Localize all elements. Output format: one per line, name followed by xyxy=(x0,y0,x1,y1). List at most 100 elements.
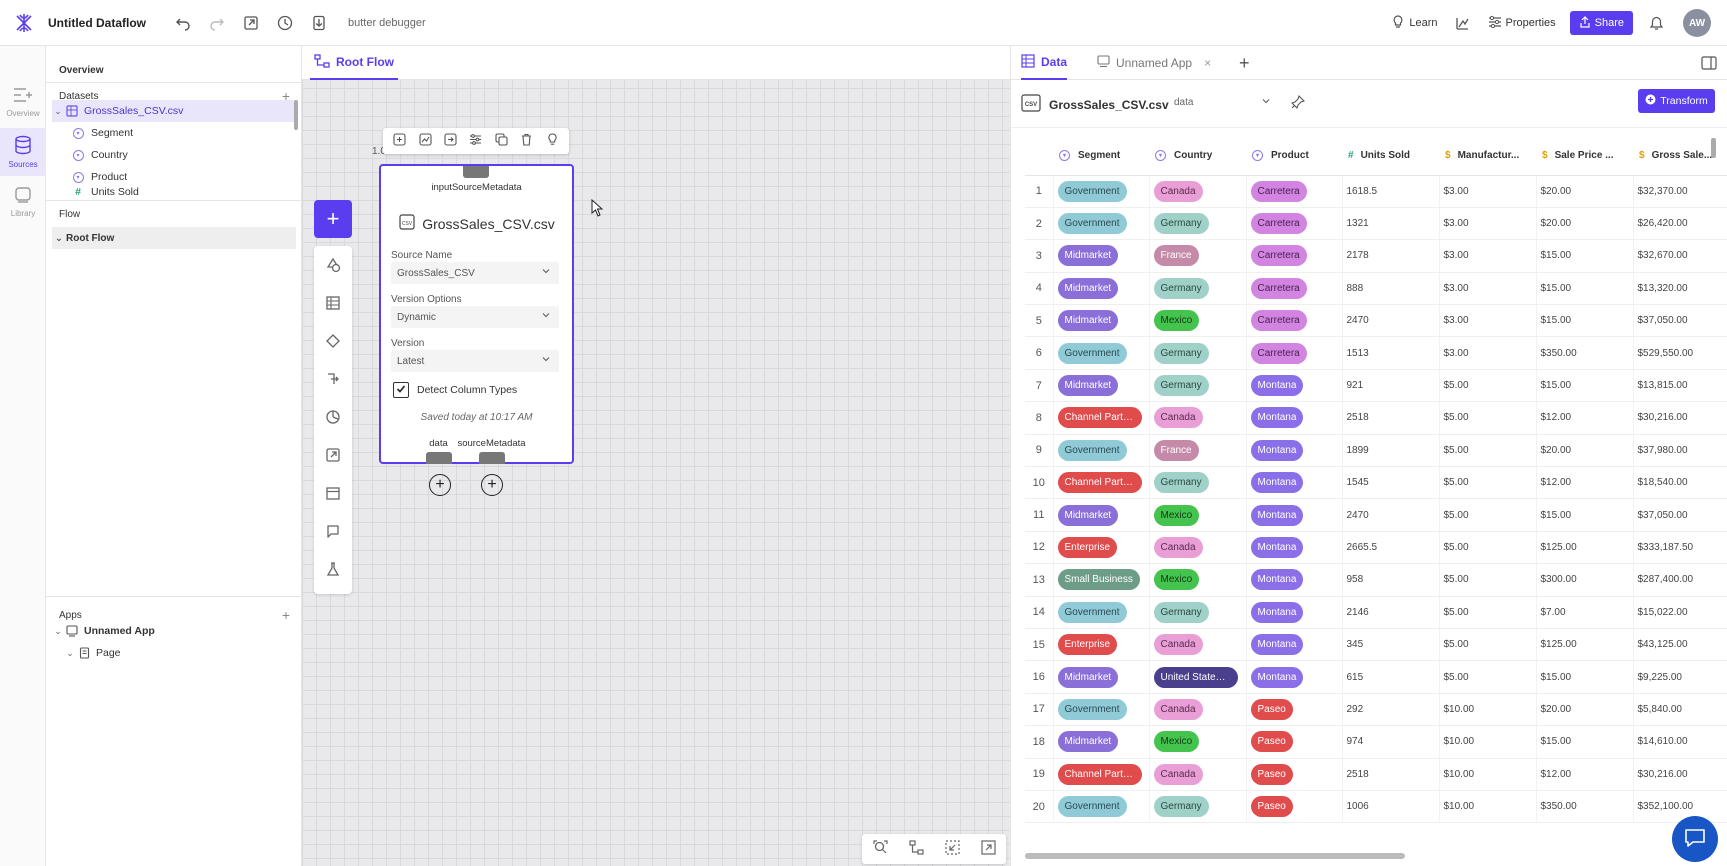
auto-layout-icon[interactable] xyxy=(908,840,924,858)
table-row[interactable]: 10 Channel Partn... Germany Montana 1545 $5.0… xyxy=(1025,466,1727,500)
table-cell[interactable]: $333,187.50 xyxy=(1633,531,1727,565)
table-row[interactable]: 20 Government Germany Paseo 1006 $10.00 $350.0… xyxy=(1025,790,1727,824)
table-cell[interactable]: 1545 xyxy=(1342,466,1440,500)
table-cell[interactable]: $5.00 xyxy=(1439,369,1537,403)
table-cell[interactable]: Montana xyxy=(1246,401,1343,435)
expand-icon[interactable] xyxy=(980,840,996,858)
download-icon[interactable] xyxy=(302,8,336,38)
chevron-down-icon[interactable]: ⌄ xyxy=(52,233,66,244)
table-cell[interactable]: Midmarket xyxy=(1053,725,1150,759)
table-row[interactable]: 8 Channel Partn... Canada Montana 2518 $5.00 $… xyxy=(1025,401,1727,435)
table-cell[interactable]: Carretera xyxy=(1246,207,1343,241)
table-cell[interactable]: Mexico xyxy=(1149,563,1247,597)
grid-vertical-scrollbar[interactable] xyxy=(1711,138,1716,158)
tree-item-app[interactable]: ⌄ Unnamed App xyxy=(52,620,294,642)
scrollbar-thumb[interactable] xyxy=(1025,853,1405,859)
table-cell[interactable]: 2470 xyxy=(1342,304,1440,338)
table-cell[interactable]: $15.00 xyxy=(1536,660,1634,694)
table-cell[interactable]: 2470 xyxy=(1342,498,1440,532)
table-row[interactable]: 18 Midmarket Mexico Paseo 974 $10.00 $15.00 $14… xyxy=(1025,725,1727,759)
table-cell[interactable]: 1618.5 xyxy=(1342,175,1440,208)
table-cell[interactable]: Paseo xyxy=(1246,758,1343,791)
table-cell[interactable]: 2146 xyxy=(1342,596,1440,629)
table-row[interactable]: 2 Government Germany Carretera 1321 $3.00 $20.… xyxy=(1025,207,1727,241)
table-cell[interactable]: 1321 xyxy=(1342,207,1440,241)
explorer-scrollbar[interactable] xyxy=(294,100,298,130)
chevron-down-icon[interactable] xyxy=(1261,96,1271,109)
flask-icon[interactable] xyxy=(314,550,352,588)
table-cell[interactable]: Montana xyxy=(1246,628,1343,662)
user-avatar[interactable]: AW xyxy=(1683,9,1711,37)
table-row[interactable]: 11 Midmarket Mexico Montana 2470 $5.00 $15.00 $… xyxy=(1025,498,1727,532)
dataflow-title[interactable]: Untitled Dataflow xyxy=(48,16,146,30)
table-cell[interactable]: Montana xyxy=(1246,660,1343,694)
undo-icon[interactable] xyxy=(166,8,200,38)
table-cell[interactable]: Government xyxy=(1053,175,1150,208)
table-row[interactable]: 17 Government Canada Paseo 292 $10.00 $20.00 $5… xyxy=(1025,693,1727,727)
table-cell[interactable]: United States ... xyxy=(1149,660,1247,694)
table-cell[interactable]: 974 xyxy=(1342,725,1440,759)
output-port-data[interactable] xyxy=(426,452,452,464)
table-cell[interactable]: $10.00 xyxy=(1439,693,1537,727)
add-from-data-port-button[interactable]: + xyxy=(429,474,451,496)
table-row[interactable]: 3 Midmarket France Carretera 2178 $3.00 $15.00… xyxy=(1025,239,1727,273)
table-cell[interactable]: Carretera xyxy=(1246,175,1343,208)
table-cell[interactable]: Montana xyxy=(1246,498,1343,532)
table-cell[interactable]: Germany xyxy=(1149,207,1247,241)
table-cell[interactable]: Carretera xyxy=(1246,272,1343,306)
column-header[interactable]: ▾ Segment xyxy=(1053,137,1149,176)
tab-data[interactable]: Data xyxy=(1021,46,1068,80)
diamond-icon[interactable] xyxy=(314,322,352,360)
tree-item-page[interactable]: ⌄ Page xyxy=(64,642,306,664)
table-cell[interactable]: $10.00 xyxy=(1439,758,1537,791)
branch-icon[interactable] xyxy=(314,360,352,398)
table-cell[interactable]: Enterprise xyxy=(1053,531,1150,565)
detect-column-types-checkbox[interactable] xyxy=(393,382,409,398)
table-cell[interactable]: $7.00 xyxy=(1536,596,1634,629)
close-icon[interactable]: × xyxy=(1204,56,1211,70)
table-row[interactable]: 16 Midmarket United States ... Montana 615 $5… xyxy=(1025,660,1727,694)
pin-icon[interactable] xyxy=(1290,94,1306,112)
table-cell[interactable]: $20.00 xyxy=(1536,434,1634,468)
column-header[interactable]: $ Manufactur... xyxy=(1439,137,1536,176)
add-from-metadata-port-button[interactable]: + xyxy=(481,474,503,496)
version-options-select[interactable]: Dynamic xyxy=(391,306,559,328)
table-cell[interactable]: $37,050.00 xyxy=(1633,498,1727,532)
table-cell[interactable]: $3.00 xyxy=(1439,304,1537,338)
table-cell[interactable]: Midmarket xyxy=(1053,272,1150,306)
table-cell[interactable]: $20.00 xyxy=(1536,175,1634,208)
table-cell[interactable]: $12.00 xyxy=(1536,466,1634,500)
table-cell[interactable]: Midmarket xyxy=(1053,369,1150,403)
table-cell[interactable]: $9,225.00 xyxy=(1633,660,1727,694)
column-header[interactable]: $ Sale Price ... xyxy=(1536,137,1633,176)
table-cell[interactable]: $5.00 xyxy=(1439,434,1537,468)
zoom-fit-icon[interactable] xyxy=(872,840,888,858)
table-cell[interactable]: $10.00 xyxy=(1439,790,1537,824)
table-cell[interactable]: 888 xyxy=(1342,272,1440,306)
data-grid[interactable]: ▾ Segment ▾ Country ▾ Product # Units Sold $… xyxy=(1025,137,1727,852)
rail-item-overview[interactable]: Overview xyxy=(0,78,46,126)
overview-heading[interactable]: Overview xyxy=(46,58,302,82)
column-header[interactable]: ▾ Country xyxy=(1149,137,1246,176)
table-cell[interactable]: Paseo xyxy=(1246,693,1343,727)
table-cell[interactable]: Germany xyxy=(1149,466,1247,500)
tree-item-column[interactable]: ▾ Segment xyxy=(70,122,312,144)
table-cell[interactable]: Canada xyxy=(1149,531,1247,565)
tab-unnamed-app[interactable]: Unnamed App × xyxy=(1097,46,1211,80)
table-cell[interactable]: $13,320.00 xyxy=(1633,272,1727,306)
table-cell[interactable]: $37,050.00 xyxy=(1633,304,1727,338)
redo-icon[interactable] xyxy=(200,8,234,38)
table-cell[interactable]: $350.00 xyxy=(1536,790,1634,824)
table-cell[interactable]: Montana xyxy=(1246,369,1343,403)
table-cell[interactable]: $3.00 xyxy=(1439,239,1537,273)
learn-button[interactable]: Learn xyxy=(1383,14,1445,32)
table-cell[interactable]: Channel Partn... xyxy=(1053,466,1150,500)
table-cell[interactable]: $300.00 xyxy=(1536,563,1634,597)
table-cell[interactable]: Mexico xyxy=(1149,725,1247,759)
app-logo-icon[interactable] xyxy=(0,13,48,33)
output-port-metadata[interactable] xyxy=(479,452,505,464)
table-cell[interactable]: $529,550.00 xyxy=(1633,336,1727,370)
table-cell[interactable]: $15.00 xyxy=(1536,498,1634,532)
grid-horizontal-scrollbar[interactable] xyxy=(1025,852,1711,860)
table-cell[interactable]: 345 xyxy=(1342,628,1440,662)
